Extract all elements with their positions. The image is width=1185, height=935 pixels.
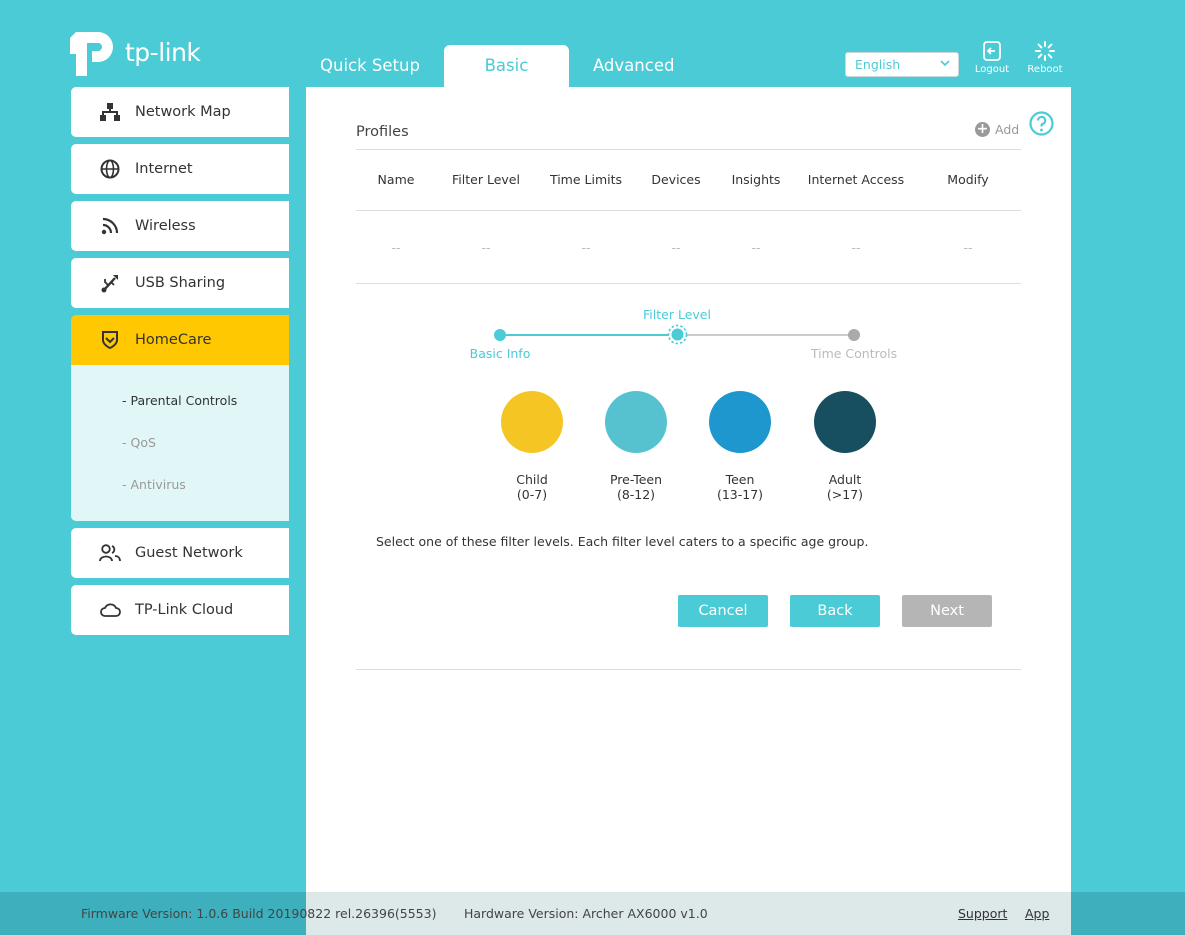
- filter-level-range: (>17): [826, 487, 864, 502]
- filter-level-name: Teen: [725, 472, 755, 487]
- sidebar-item-label: HomeCare: [135, 332, 212, 348]
- top-tabs: Quick Setup Basic Advanced: [306, 45, 688, 87]
- back-button[interactable]: Back: [790, 595, 880, 627]
- hardware-version: Hardware Version: Archer AX6000 v1.0: [464, 906, 708, 921]
- sidebar-item-guest-network[interactable]: Guest Network: [71, 528, 289, 578]
- globe-icon: [99, 158, 121, 180]
- submenu-parental-controls[interactable]: - Parental Controls: [122, 393, 237, 408]
- sidebar-item-network-map[interactable]: Network Map: [71, 87, 289, 137]
- guests-icon: [99, 542, 121, 564]
- sidebar-item-usb-sharing[interactable]: USB Sharing: [71, 258, 289, 308]
- submenu-antivirus[interactable]: - Antivirus: [122, 477, 186, 492]
- brand-name: tp-link: [125, 38, 201, 67]
- language-select[interactable]: English: [845, 52, 959, 77]
- filter-level-name: Child: [516, 472, 548, 487]
- sidebar-item-label: Internet: [135, 161, 193, 177]
- tab-basic[interactable]: Basic: [443, 45, 569, 87]
- divider: [356, 210, 1021, 211]
- divider: [356, 149, 1021, 150]
- stepper-progress-line: [500, 334, 677, 336]
- reboot-button[interactable]: Reboot: [1021, 40, 1069, 75]
- step-label-time-controls: Time Controls: [810, 346, 898, 361]
- table-cell: --: [671, 240, 681, 255]
- filter-level-teen[interactable]: [709, 391, 771, 453]
- reboot-label: Reboot: [1027, 64, 1063, 75]
- sidebar-item-label: TP-Link Cloud: [135, 602, 234, 618]
- filter-level-name: Adult: [828, 472, 862, 487]
- sidebar-item-label: Wireless: [135, 218, 196, 234]
- reboot-icon: [1035, 41, 1055, 61]
- sidebar-item-homecare[interactable]: HomeCare: [71, 315, 289, 365]
- sidebar-item-internet[interactable]: Internet: [71, 144, 289, 194]
- app-link[interactable]: App: [1025, 906, 1049, 921]
- wireless-icon: [99, 215, 121, 237]
- filter-level-description: Select one of these filter levels. Each …: [376, 534, 869, 549]
- filter-level-range: (13-17): [716, 487, 764, 502]
- submenu-qos[interactable]: - QoS: [122, 435, 156, 450]
- add-label: Add: [995, 122, 1020, 137]
- column-header-time-limits: Time Limits: [549, 172, 623, 187]
- filter-level-range: (8-12): [616, 487, 656, 502]
- page-title: Profiles: [356, 124, 409, 140]
- stepper-remaining-line: [677, 334, 854, 336]
- column-header-insights: Insights: [731, 172, 781, 187]
- step-dot-filter-level: [667, 324, 688, 345]
- filter-level-pre-teen[interactable]: [605, 391, 667, 453]
- filter-level-child[interactable]: [501, 391, 563, 453]
- sidebar-item-tp-link-cloud[interactable]: TP-Link Cloud: [71, 585, 289, 635]
- cloud-icon: [99, 599, 121, 621]
- column-header-name: Name: [377, 172, 415, 187]
- table-cell: --: [481, 240, 491, 255]
- table-cell: --: [751, 240, 761, 255]
- network-map-icon: [99, 101, 121, 123]
- cancel-button[interactable]: Cancel: [678, 595, 768, 627]
- firmware-version: Firmware Version: 1.0.6 Build 20190822 r…: [81, 906, 437, 921]
- table-cell: --: [851, 240, 861, 255]
- logout-icon: [983, 41, 1001, 61]
- column-header-modify: Modify: [947, 172, 989, 187]
- tab-quick-setup[interactable]: Quick Setup: [306, 45, 434, 87]
- plus-icon: +: [975, 121, 990, 137]
- filter-level-range: (0-7): [516, 487, 548, 502]
- sidebar-item-label: USB Sharing: [135, 275, 226, 291]
- column-header-filter-level: Filter Level: [452, 172, 520, 187]
- help-icon[interactable]: [1029, 111, 1054, 136]
- step-dot-basic-info: [494, 329, 506, 341]
- column-header-devices: Devices: [651, 172, 701, 187]
- filter-level-name: Pre-Teen: [609, 472, 663, 487]
- tab-advanced[interactable]: Advanced: [579, 45, 689, 87]
- support-link[interactable]: Support: [958, 906, 1007, 921]
- logout-button[interactable]: Logout: [968, 40, 1016, 75]
- step-label-basic-info: Basic Info: [469, 346, 531, 361]
- step-label-filter-level: Filter Level: [643, 307, 711, 322]
- step-dot-time-controls: [848, 329, 860, 341]
- next-button[interactable]: Next: [902, 595, 992, 627]
- sidebar-item-label: Network Map: [135, 104, 231, 120]
- filter-level-adult[interactable]: [814, 391, 876, 453]
- sidebar-item-wireless[interactable]: Wireless: [71, 201, 289, 251]
- table-cell: --: [963, 240, 973, 255]
- divider: [356, 669, 1021, 670]
- language-value: English: [855, 57, 901, 72]
- add-profile-button[interactable]: + Add: [975, 122, 1019, 137]
- column-header-internet-access: Internet Access: [807, 172, 905, 187]
- homecare-submenu: - Parental Controls - QoS - Antivirus: [71, 365, 289, 521]
- sidebar-item-label: Guest Network: [135, 545, 243, 561]
- main-panel: [306, 87, 1071, 935]
- table-cell: --: [391, 240, 401, 255]
- chevron-down-icon: [940, 60, 950, 67]
- shield-icon: [99, 329, 121, 351]
- divider: [356, 283, 1021, 284]
- usb-icon: [99, 272, 121, 294]
- logout-label: Logout: [974, 64, 1010, 75]
- table-cell: --: [581, 240, 591, 255]
